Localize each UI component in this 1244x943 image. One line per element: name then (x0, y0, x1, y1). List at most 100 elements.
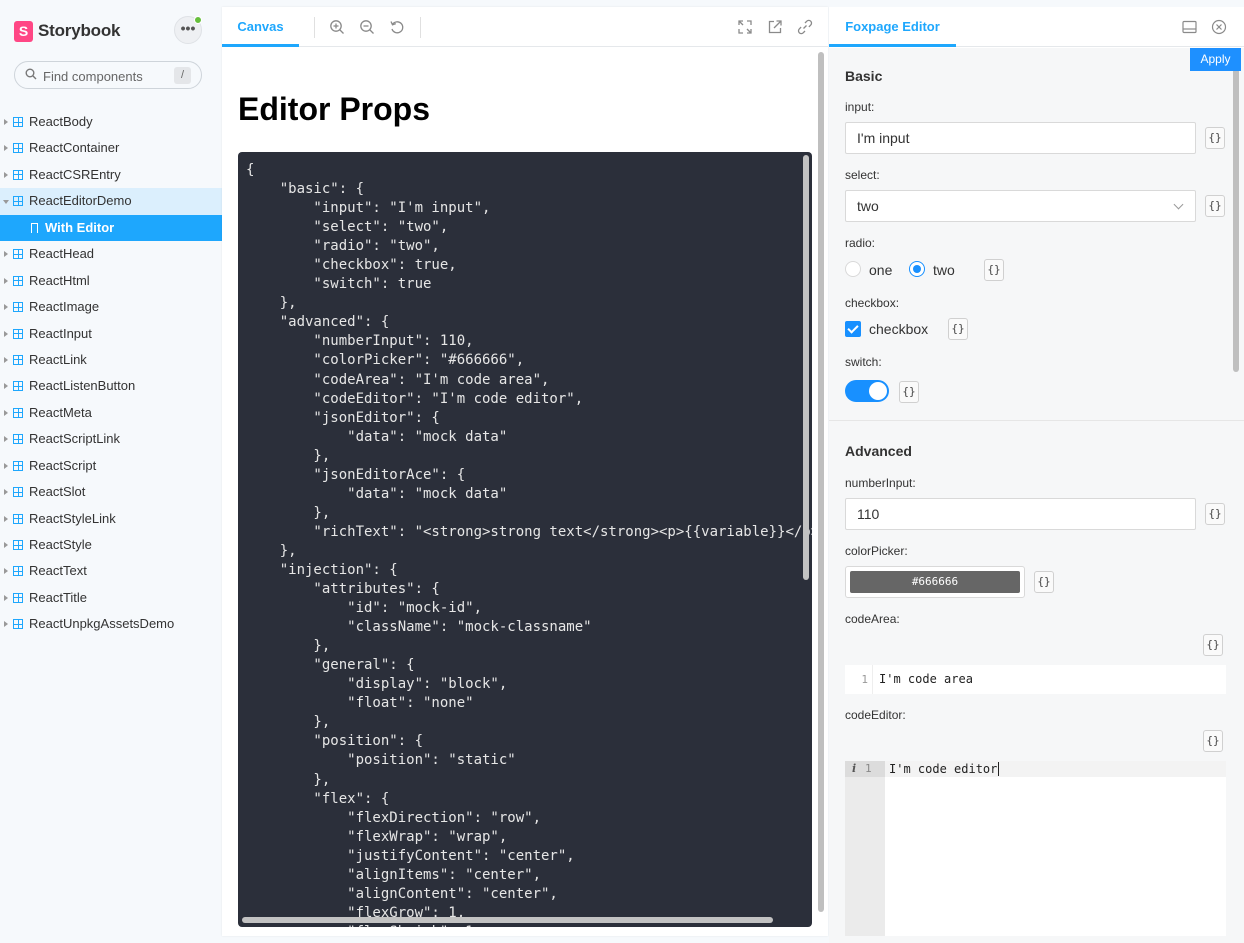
tree-item[interactable]: ReactSlot (0, 479, 222, 505)
tree-item-label: ReactEditorDemo (29, 193, 132, 209)
tree-item[interactable]: ReactScript (0, 453, 222, 479)
fullscreen-icon[interactable] (737, 19, 753, 35)
component-icon (13, 592, 23, 603)
component-icon (13, 540, 23, 550)
input-label: input: (845, 100, 875, 114)
tab-canvas[interactable]: Canvas (222, 7, 299, 47)
tree-item-expanded[interactable]: ReactEditorDemo (0, 188, 222, 215)
component-icon (13, 249, 23, 260)
select-dropdown[interactable]: two (845, 190, 1196, 222)
component-icon (13, 566, 23, 577)
update-indicator (194, 16, 202, 24)
caret-right-icon (4, 330, 8, 337)
zoom-out-icon[interactable] (359, 19, 375, 35)
editor-vertical-scrollbar[interactable] (1233, 53, 1239, 372)
tree-item[interactable]: ReactHead (0, 241, 222, 267)
code-vertical-scrollbar[interactable] (803, 155, 809, 580)
apply-button[interactable]: Apply (1190, 48, 1241, 71)
tree-item[interactable]: ReactStyleLink (0, 506, 222, 532)
number-input-label: numberInput: (845, 476, 916, 490)
code-horizontal-scrollbar[interactable] (242, 917, 773, 923)
caret-right-icon (4, 409, 8, 416)
radio-one[interactable] (845, 261, 861, 277)
radio-two[interactable] (909, 261, 925, 277)
caret-right-icon (4, 171, 8, 178)
select-variable-button[interactable]: {} (1205, 195, 1225, 217)
tree-item-label: ReactUnpkgAssetsDemo (29, 616, 175, 632)
switch-variable-button[interactable]: {} (899, 381, 919, 403)
code-area-field[interactable]: 1 I'm code area (845, 665, 1226, 694)
tree-item-label: ReactScript (29, 457, 97, 473)
panel-orientation-icon[interactable] (1182, 20, 1197, 34)
copy-link-icon[interactable] (797, 19, 813, 35)
code-area-text: I'm code area (879, 672, 973, 686)
color-picker[interactable]: #666666 (845, 566, 1025, 598)
search-input[interactable]: Find components (43, 69, 143, 84)
component-icon (13, 619, 23, 630)
tree-item[interactable]: ReactTitle (0, 585, 222, 611)
code-editor-text: I'm code editor (889, 762, 998, 776)
caret-right-icon (4, 277, 8, 284)
props-json-text: { "basic": { "input": "I'm input", "sele… (246, 162, 812, 927)
switch-toggle[interactable] (845, 380, 889, 402)
editor-form: Basic input: I'm input {} select: two {}… (829, 48, 1244, 943)
component-icon (13, 513, 23, 524)
tree-item[interactable]: ReactImage (0, 294, 222, 320)
canvas-toolbar: Canvas (222, 7, 828, 47)
input-variable-button[interactable]: {} (1205, 127, 1225, 149)
number-input-field[interactable]: 110 (845, 498, 1196, 530)
radio-variable-button[interactable]: {} (984, 259, 1004, 281)
toolbar-divider (314, 17, 315, 38)
tree-item[interactable]: ReactListenButton (0, 373, 222, 399)
tree-item[interactable]: ReactStyle (0, 532, 222, 558)
number-variable-button[interactable]: {} (1205, 503, 1225, 525)
code-editor-field[interactable]: i 1 I'm code editor (845, 761, 1226, 936)
checkbox-input[interactable] (845, 321, 861, 337)
tree-item[interactable]: ReactHtml (0, 268, 222, 294)
caret-right-icon (4, 621, 8, 628)
tree-item-label: ReactCSREntry (29, 166, 121, 182)
caret-right-icon (4, 489, 8, 496)
code-area-label: codeArea: (845, 612, 900, 626)
tree-item[interactable]: ReactScriptLink (0, 426, 222, 452)
tree-item-label: ReactInput (29, 325, 92, 341)
toolbar-divider (420, 17, 421, 38)
tree-item[interactable]: ReactLink (0, 347, 222, 373)
checkbox-variable-button[interactable]: {} (948, 318, 968, 340)
component-tree: ReactBody ReactContainer ReactCSREntry R… (0, 109, 222, 638)
canvas-preview: Editor Props { "basic": { "input": "I'm … (222, 48, 828, 936)
canvas-vertical-scrollbar[interactable] (818, 52, 824, 912)
zoom-in-icon[interactable] (329, 19, 345, 35)
editor-gutter (845, 761, 885, 936)
tree-item[interactable]: ReactText (0, 558, 222, 584)
chevron-down-icon (1173, 199, 1184, 210)
component-icon (13, 381, 23, 392)
search-box[interactable]: Find components / (14, 61, 202, 89)
checkbox-label: checkbox: (845, 296, 900, 310)
code-area-variable-button[interactable]: {} (1203, 634, 1223, 656)
radio-two-label: two (933, 262, 955, 278)
tree-item-label: ReactScriptLink (29, 431, 121, 447)
color-picker-label: colorPicker: (845, 544, 908, 558)
tree-item[interactable]: ReactBody (0, 109, 222, 135)
code-editor-label: codeEditor: (845, 708, 906, 722)
tree-item[interactable]: ReactContainer (0, 135, 222, 161)
tree-item[interactable]: ReactUnpkgAssetsDemo (0, 611, 222, 637)
tree-item-label: ReactHead (29, 246, 95, 262)
tree-item[interactable]: ReactCSREntry (0, 162, 222, 188)
story-item-selected[interactable]: With Editor (0, 214, 222, 242)
tab-foxpage-editor[interactable]: Foxpage Editor (829, 7, 956, 47)
input-field[interactable]: I'm input (845, 122, 1196, 154)
tree-item[interactable]: ReactMeta (0, 400, 222, 426)
open-new-tab-icon[interactable] (767, 19, 783, 35)
tree-item-label: ReactTitle (29, 589, 88, 605)
caret-right-icon (4, 356, 8, 363)
tree-item[interactable]: ReactInput (0, 321, 222, 347)
close-panel-icon[interactable] (1211, 19, 1227, 35)
select-value: two (857, 198, 879, 214)
color-variable-button[interactable]: {} (1034, 571, 1054, 593)
code-editor-variable-button[interactable]: {} (1203, 730, 1223, 752)
props-json-code-block: { "basic": { "input": "I'm input", "sele… (238, 152, 812, 927)
line-number: 1 (865, 762, 872, 775)
zoom-reset-icon[interactable] (389, 19, 405, 35)
